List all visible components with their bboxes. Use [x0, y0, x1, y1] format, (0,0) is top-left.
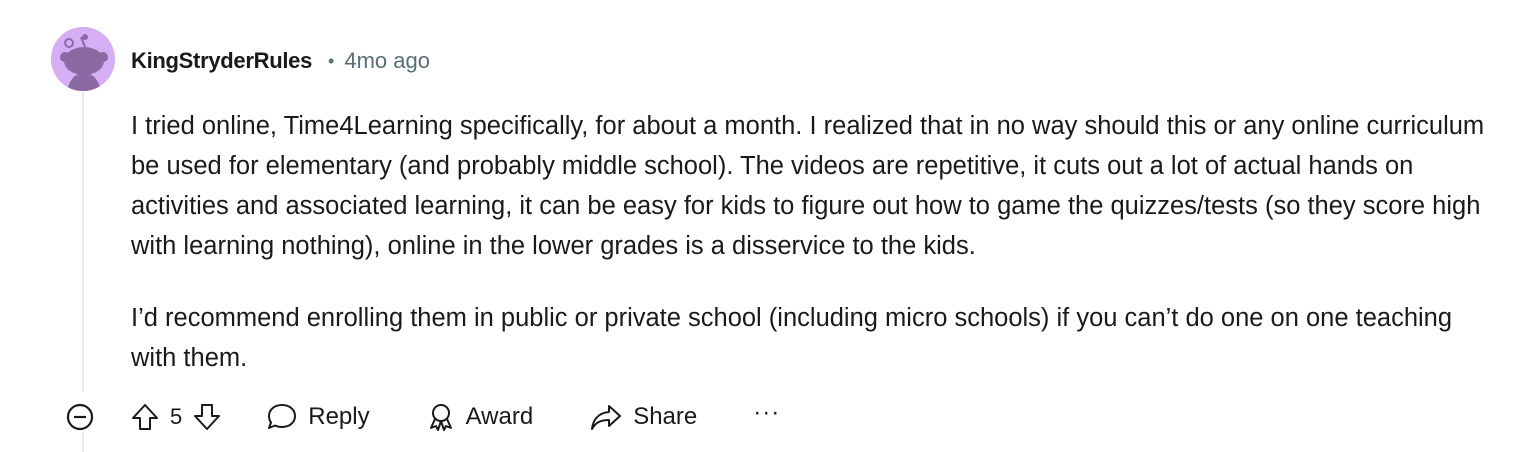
vote-controls: 5 — [130, 402, 222, 432]
vote-score: 5 — [170, 404, 183, 429]
meta-separator: • — [328, 50, 335, 71]
award-label: Award — [465, 403, 534, 430]
upvote-arrow-icon — [132, 404, 158, 430]
avatar[interactable] — [51, 27, 115, 91]
award-button[interactable]: Award — [426, 402, 534, 432]
comment-author[interactable]: KingStryderRules — [131, 48, 312, 74]
more-options-button[interactable]: ··· — [753, 399, 780, 427]
comment-action-bar: 5 Reply Award Share ··· — [66, 396, 780, 438]
share-label: Share — [633, 403, 698, 430]
comment-paragraph: I tried online, Time4Learning specifical… — [131, 112, 1485, 260]
comment-timestamp[interactable]: 4mo ago — [344, 48, 430, 74]
reply-label: Reply — [308, 403, 370, 430]
speech-bubble-icon — [268, 404, 297, 429]
upvote-button[interactable] — [130, 402, 160, 432]
thread-line[interactable] — [82, 92, 84, 392]
downvote-arrow-icon — [194, 404, 221, 430]
snoo-avatar-icon — [51, 27, 115, 91]
award-ribbon-icon — [429, 404, 452, 431]
comment-header: KingStryderRules • 4mo ago — [131, 46, 430, 76]
share-button[interactable]: Share — [589, 402, 697, 432]
comment-paragraph: I’d recommend enrolling them in public o… — [131, 304, 1453, 372]
downvote-button[interactable] — [192, 402, 222, 432]
reply-button[interactable]: Reply — [266, 402, 370, 432]
collapse-button[interactable] — [66, 403, 94, 431]
comment-body: I tried online, Time4Learning specifical… — [131, 106, 1501, 410]
share-arrow-icon — [591, 405, 622, 430]
minus-circle-icon — [66, 403, 94, 431]
